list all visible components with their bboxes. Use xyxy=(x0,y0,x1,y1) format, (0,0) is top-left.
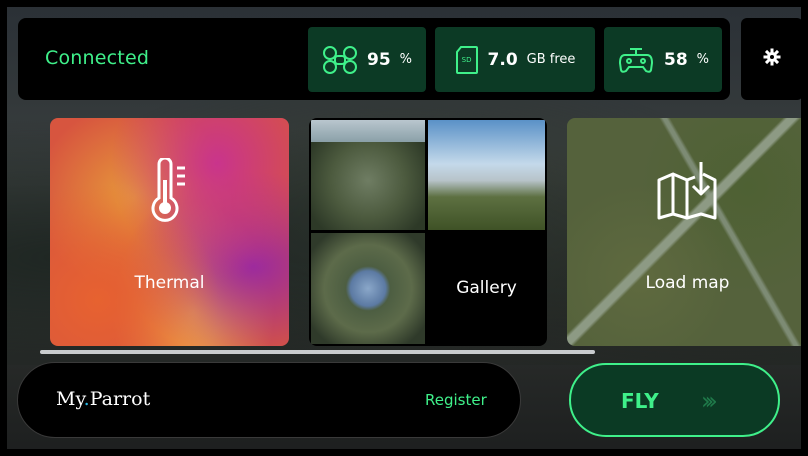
my-parrot-bar[interactable]: My.Parrot Register xyxy=(17,362,521,438)
drone-icon xyxy=(322,45,358,75)
load-map-label: Load map xyxy=(645,273,730,293)
status-bar: Connected 95 % SD 7.0 GB free 58 % xyxy=(18,18,730,100)
thermal-tile[interactable]: Thermal xyxy=(50,118,289,346)
controller-battery-unit: % xyxy=(696,52,710,67)
drone-battery-value: 95 xyxy=(366,49,391,70)
storage-unit: GB free xyxy=(526,52,576,67)
chevrons-right-icon: ››› xyxy=(701,387,718,415)
map-download-icon xyxy=(655,160,719,224)
fly-button[interactable]: FLY ››› xyxy=(569,363,780,437)
load-map-tile[interactable]: Load map xyxy=(567,118,808,346)
controller-icon xyxy=(617,45,655,75)
thermal-label: Thermal xyxy=(134,273,205,293)
my-parrot-logo: My.Parrot xyxy=(56,388,151,410)
drone-battery-unit: % xyxy=(399,52,413,67)
gallery-label: Gallery xyxy=(456,278,517,298)
fly-label: FLY xyxy=(621,389,659,413)
controller-battery-value: 58 xyxy=(663,49,688,70)
connection-status: Connected xyxy=(45,47,150,69)
storage-value: 7.0 xyxy=(487,49,518,70)
sd-card-label: SD xyxy=(461,55,472,64)
thermometer-icon xyxy=(148,156,188,230)
settings-button[interactable] xyxy=(741,18,803,100)
sd-card-icon: SD xyxy=(455,45,479,75)
gallery-thumbnail xyxy=(428,120,545,230)
drone-battery-indicator[interactable]: 95 % xyxy=(308,27,426,92)
gallery-thumbnail xyxy=(311,120,425,230)
gallery-tile[interactable]: Gallery xyxy=(309,118,547,346)
gear-icon xyxy=(763,48,781,70)
horizontal-scrollbar[interactable] xyxy=(40,350,595,354)
gallery-thumbnail xyxy=(311,233,425,344)
storage-indicator[interactable]: SD 7.0 GB free xyxy=(435,27,595,92)
register-link[interactable]: Register xyxy=(425,391,487,409)
controller-battery-indicator[interactable]: 58 % xyxy=(604,27,722,92)
